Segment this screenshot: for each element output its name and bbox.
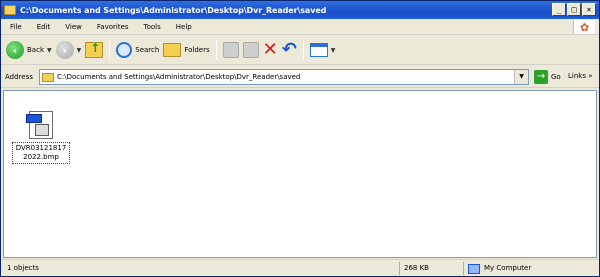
folders-icon	[163, 43, 182, 57]
toolbar-separator	[109, 40, 111, 60]
delete-x-icon: ✕	[262, 39, 278, 60]
menu-bar: File Edit View Favorites Tools Help ✿	[1, 19, 599, 35]
status-zone-label: My Computer	[484, 264, 532, 272]
window-controls: _ □ ×	[552, 3, 596, 16]
minimize-button[interactable]: _	[552, 3, 566, 16]
search-icon	[116, 42, 133, 58]
menu-edit[interactable]: Edit	[37, 23, 51, 31]
windows-logo-icon: ✿	[573, 20, 595, 34]
menu-view[interactable]: View	[65, 23, 82, 31]
back-label: Back	[27, 46, 44, 54]
up-folder-icon	[85, 41, 104, 58]
menu-file[interactable]: File	[10, 23, 22, 31]
status-bar: 1 objects 268 KB My Computer	[1, 259, 599, 276]
bmp-file-icon	[26, 111, 53, 139]
address-value: C:\Documents and Settings\Administrator\…	[57, 73, 301, 81]
maximize-button[interactable]: □	[567, 3, 581, 16]
title-bar[interactable]: C:\Documents and Settings\Administrator\…	[1, 1, 599, 19]
move-to-icon	[222, 42, 239, 58]
status-object-count: 1 objects	[7, 264, 39, 272]
views-button[interactable]: ▼	[308, 38, 338, 62]
status-size: 268 KB	[399, 262, 461, 275]
folder-icon	[4, 5, 16, 15]
chevron-down-icon: ▼	[330, 46, 336, 54]
file-name: DVR03121817 2022.bmp	[12, 142, 70, 164]
address-label: Address	[5, 73, 33, 81]
computer-icon	[468, 263, 480, 274]
move-to-button[interactable]	[221, 38, 241, 62]
menu-favorites[interactable]: Favorites	[97, 23, 129, 31]
views-icon	[309, 43, 328, 57]
chevron-down-icon: ▼	[76, 46, 82, 54]
search-button[interactable]: Search	[114, 38, 161, 62]
copy-to-button[interactable]	[241, 38, 261, 62]
search-label: Search	[135, 46, 160, 54]
links-button[interactable]: Links »	[568, 72, 593, 80]
menu-tools[interactable]: Tools	[144, 23, 161, 31]
forward-button[interactable]: › ▼	[54, 38, 84, 62]
address-bar: Address C:\Documents and Settings\Admini…	[1, 67, 599, 88]
toolbar-separator	[302, 40, 304, 60]
undo-icon: ↶	[281, 39, 297, 60]
copy-to-icon	[242, 42, 259, 58]
back-button[interactable]: ‹ Back ▼	[1, 38, 54, 62]
toolbar-separator	[215, 40, 217, 60]
explorer-window: C:\Documents and Settings\Administrator\…	[0, 0, 600, 277]
file-item[interactable]: DVR03121817 2022.bmp	[12, 111, 70, 164]
address-input[interactable]: C:\Documents and Settings\Administrator\…	[39, 69, 529, 85]
address-dropdown-button[interactable]: ▼	[514, 70, 528, 84]
chevron-down-icon: ▼	[47, 46, 52, 54]
folders-label: Folders	[184, 46, 210, 54]
go-arrow-icon: →	[534, 70, 548, 84]
menu-help[interactable]: Help	[176, 23, 192, 31]
back-arrow-icon: ‹	[6, 41, 24, 59]
forward-arrow-icon: ›	[55, 41, 74, 59]
up-folder-button[interactable]	[83, 38, 105, 62]
folders-button[interactable]: Folders	[161, 38, 211, 62]
toolbar: ‹ Back ▼ › ▼ Search Folders ✕	[1, 36, 599, 65]
delete-button[interactable]: ✕	[261, 38, 280, 62]
file-list-pane[interactable]: DVR03121817 2022.bmp	[3, 90, 597, 258]
go-button[interactable]: → Go	[534, 70, 561, 84]
close-button[interactable]: ×	[582, 3, 596, 16]
folder-icon	[42, 72, 54, 82]
window-title: C:\Documents and Settings\Administrator\…	[20, 5, 327, 15]
go-label: Go	[551, 73, 561, 81]
status-zone: My Computer	[463, 262, 597, 275]
undo-button[interactable]: ↶	[280, 38, 299, 62]
